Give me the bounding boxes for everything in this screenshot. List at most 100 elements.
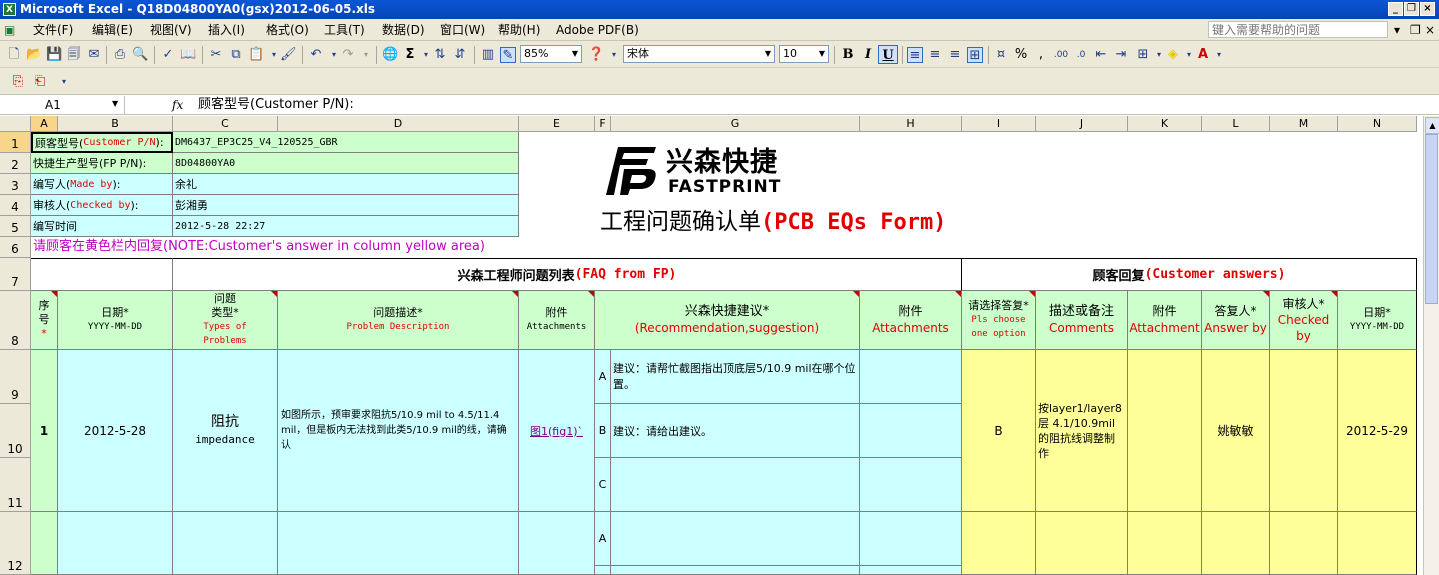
row-header-12[interactable]: 12 bbox=[0, 512, 31, 575]
scroll-up-icon[interactable]: ▲ bbox=[1425, 117, 1439, 134]
toolbar-options-icon[interactable]: ▾ bbox=[56, 74, 72, 90]
menu-edit[interactable]: 编辑(E) bbox=[92, 22, 133, 38]
column-header-f[interactable]: F bbox=[595, 116, 611, 132]
fill-color-icon[interactable]: ◈ bbox=[1165, 47, 1181, 63]
menu-window[interactable]: 窗口(W) bbox=[440, 22, 485, 38]
header-seq[interactable]: 序号 * bbox=[31, 291, 58, 350]
undo-icon[interactable]: ↶ bbox=[308, 47, 324, 63]
column-header-e[interactable]: E bbox=[519, 116, 595, 132]
entry2-problem-type[interactable] bbox=[173, 512, 278, 575]
entry2-answer-by[interactable] bbox=[1202, 512, 1270, 575]
column-header-g[interactable]: G bbox=[611, 116, 860, 132]
entry2-option-b-text[interactable] bbox=[611, 566, 860, 575]
column-header-m[interactable]: M bbox=[1270, 116, 1338, 132]
column-header-i[interactable]: I bbox=[962, 116, 1036, 132]
entry2-problem-description[interactable] bbox=[278, 512, 519, 575]
option-a-text[interactable]: 建议：请帮忙截图指出顶底层5/10.9 mil在哪个位置。 bbox=[611, 350, 860, 404]
cell-a1-customer-pn-label[interactable]: 顾客型号(Customer P/N): bbox=[31, 132, 173, 153]
header-answer-by[interactable]: 答复人* Answer by bbox=[1202, 291, 1270, 350]
column-header-c[interactable]: C bbox=[173, 116, 278, 132]
option-c-attachment[interactable] bbox=[860, 458, 962, 512]
entry-problem-description[interactable]: 如图所示，预审要求阻抗5/10.9 mil to 4.5/11.4 mil，但是… bbox=[278, 350, 519, 512]
cell-c1-customer-pn-value[interactable]: DM6437_EP3C25_V4_120525_GBR bbox=[173, 132, 519, 153]
menu-help[interactable]: 帮助(H) bbox=[498, 22, 540, 38]
research-icon[interactable]: 📖 bbox=[180, 47, 196, 63]
column-header-l[interactable]: L bbox=[1202, 116, 1270, 132]
row-header-11[interactable]: 11 bbox=[0, 458, 31, 512]
header-attachments[interactable]: 附件 Attachments bbox=[519, 291, 595, 350]
permission-icon[interactable]: 🗐 bbox=[66, 47, 82, 63]
cell-c4-checked-by-value[interactable]: 彭湘勇 bbox=[173, 195, 519, 216]
increase-indent-icon[interactable]: ⇥ bbox=[1113, 47, 1129, 63]
row-header-1[interactable]: 1 bbox=[0, 132, 31, 153]
header-recommendation[interactable]: 兴森快捷建议* (Recommendation,suggestion) bbox=[595, 291, 860, 350]
font-color-icon[interactable]: A bbox=[1195, 47, 1211, 63]
row-header-2[interactable]: 2 bbox=[0, 153, 31, 174]
entry2-option-a-attachment[interactable] bbox=[860, 512, 962, 566]
row-header-3[interactable]: 3 bbox=[0, 174, 31, 195]
answer-attachment[interactable] bbox=[1128, 350, 1202, 512]
copy-icon[interactable]: ⧉ bbox=[228, 47, 244, 63]
hyperlink-icon[interactable]: 🌐 bbox=[382, 47, 398, 63]
cell-a5-date-label[interactable]: 编写时间 bbox=[31, 216, 173, 237]
attachment-link[interactable]: 图1(fig1)` bbox=[530, 423, 583, 439]
row-header-8[interactable]: 8 bbox=[0, 291, 31, 350]
entry2-checked-by[interactable] bbox=[1270, 512, 1338, 575]
header-problem-description[interactable]: 问题描述* Problem Description bbox=[278, 291, 519, 350]
comma-style-icon[interactable]: , bbox=[1033, 47, 1049, 63]
sort-descending-icon[interactable]: ⇵ bbox=[452, 47, 468, 63]
spelling-icon[interactable]: ✓ bbox=[160, 47, 176, 63]
row-header-7[interactable]: 7 bbox=[0, 258, 31, 291]
sort-ascending-icon[interactable]: ⇅ bbox=[432, 47, 448, 63]
row-header-10[interactable]: 10 bbox=[0, 404, 31, 458]
increase-decimal-icon[interactable]: .00 bbox=[1053, 47, 1069, 63]
scroll-thumb[interactable] bbox=[1425, 134, 1438, 304]
section-customer-answers-header[interactable]: 顾客回复 (Customer answers) bbox=[962, 258, 1417, 291]
menu-adobe-pdf[interactable]: Adobe PDF(B) bbox=[556, 22, 639, 38]
option-a-letter[interactable]: A bbox=[595, 350, 611, 404]
vertical-scrollbar[interactable]: ▲ bbox=[1423, 116, 1439, 575]
name-box[interactable]: A1 bbox=[0, 96, 125, 114]
help-dropdown-icon[interactable]: ▾ bbox=[1394, 22, 1400, 38]
header-problem-type[interactable]: 问题 类型* Types of Problems bbox=[173, 291, 278, 350]
chart-wizard-icon[interactable]: ▥ bbox=[480, 47, 496, 63]
borders-icon[interactable]: ⊞ bbox=[1135, 47, 1151, 63]
help-icon[interactable]: ❓ bbox=[588, 47, 604, 63]
entry2-attachment[interactable] bbox=[519, 512, 595, 575]
entry2-answer-date[interactable] bbox=[1338, 512, 1417, 575]
option-c-text[interactable] bbox=[611, 458, 860, 512]
answer-by[interactable]: 姚敏敏 bbox=[1202, 350, 1270, 512]
entry-problem-type[interactable]: 阻抗 impedance bbox=[173, 350, 278, 512]
align-left-icon[interactable]: ≡ bbox=[907, 47, 923, 63]
decrease-decimal-icon[interactable]: .0 bbox=[1073, 47, 1089, 63]
header-attachments-2[interactable]: 附件 Attachments bbox=[860, 291, 962, 350]
bold-button[interactable]: B bbox=[838, 45, 858, 64]
zoom-select[interactable]: 85% ▼ bbox=[520, 45, 582, 63]
menu-view[interactable]: 视图(V) bbox=[150, 22, 192, 38]
menu-insert[interactable]: 插入(I) bbox=[208, 22, 245, 38]
header-checked-by[interactable]: 审核人* Checked by bbox=[1270, 291, 1338, 350]
email-icon[interactable]: ✉ bbox=[86, 47, 102, 63]
cell-c5-date-value[interactable]: 2012-5-28 22:27 bbox=[173, 216, 519, 237]
option-a-attachment[interactable] bbox=[860, 350, 962, 404]
save-icon[interactable]: 💾 bbox=[46, 47, 62, 63]
print-icon[interactable]: ⎙ bbox=[112, 47, 128, 63]
toolbar-options-icon[interactable]: ▾ bbox=[606, 47, 622, 63]
menu-tools[interactable]: 工具(T) bbox=[324, 22, 365, 38]
function-icon[interactable]: fx bbox=[172, 96, 183, 114]
column-header-j[interactable]: J bbox=[1036, 116, 1128, 132]
select-all-corner[interactable] bbox=[0, 116, 31, 132]
print-preview-icon[interactable]: 🔍 bbox=[132, 47, 148, 63]
entry2-option-a-letter[interactable]: A bbox=[595, 512, 611, 566]
entry2-seq[interactable] bbox=[31, 512, 58, 575]
underline-button[interactable]: U bbox=[878, 45, 898, 64]
option-b-attachment[interactable] bbox=[860, 404, 962, 458]
font-color-dropdown-icon[interactable]: ▾ bbox=[1211, 47, 1227, 63]
redo-dropdown-icon[interactable]: ▾ bbox=[358, 47, 374, 63]
column-header-n[interactable]: N bbox=[1338, 116, 1417, 132]
column-header-h[interactable]: H bbox=[860, 116, 962, 132]
align-center-icon[interactable]: ≡ bbox=[927, 47, 943, 63]
cell-a2-fp-pn-label[interactable]: 快捷生产型号(FP P/N): bbox=[31, 153, 173, 174]
cell-a7-blank[interactable] bbox=[31, 258, 173, 291]
entry2-date[interactable] bbox=[58, 512, 173, 575]
